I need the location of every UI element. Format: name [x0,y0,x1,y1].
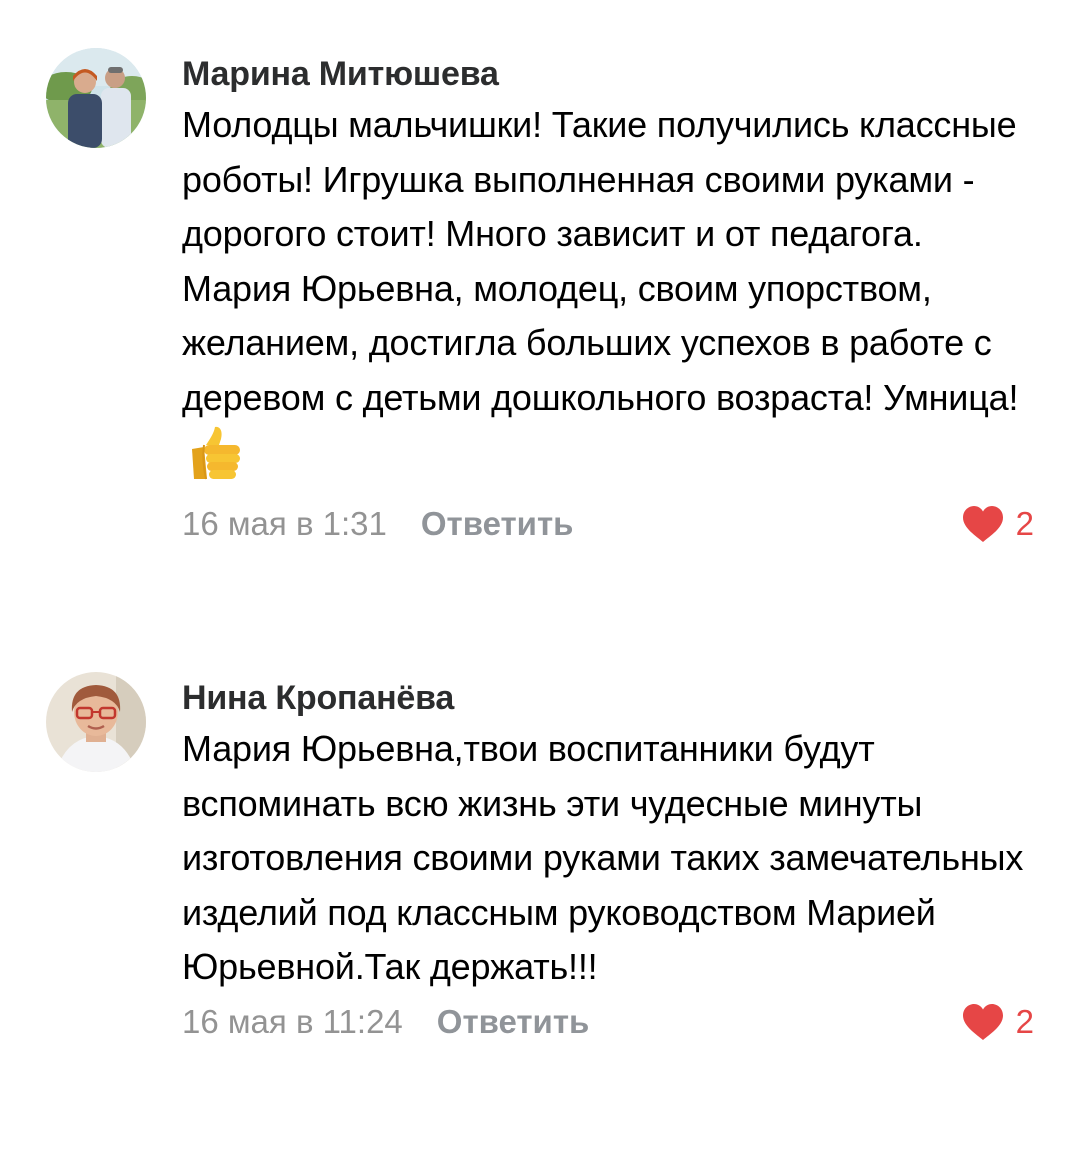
avatar[interactable] [46,48,146,148]
comment-text: Мария Юрьевна,твои воспитанники будут вс… [182,722,1040,995]
reply-button[interactable]: Ответить [437,999,590,1045]
comment-meta: 16 мая в 11:24 Ответить 2 [182,999,1040,1045]
heart-icon [962,505,1003,542]
like-count: 2 [1015,1002,1034,1040]
comment-meta: 16 мая в 1:31 Ответить 2 [182,501,1040,547]
comment-body: Марина Митюшева Молодцы мальчишки! Такие… [182,54,1040,547]
comment-body: Нина Кропанёва Мария Юрьевна,твои воспит… [182,678,1040,1045]
like-count: 2 [1015,504,1034,542]
comment-author[interactable]: Марина Митюшева [182,54,1040,94]
comment-text-content: Мария Юрьевна,твои воспитанники будут вс… [182,728,1024,987]
comment-author[interactable]: Нина Кропанёва [182,678,1040,718]
avatar[interactable] [46,672,146,772]
comment-date[interactable]: 16 мая в 1:31 [182,501,387,547]
thumbs-up-emoji [190,425,244,497]
reply-button[interactable]: Ответить [421,501,574,547]
heart-icon [962,1003,1003,1040]
like-button[interactable]: 2 [962,501,1034,547]
comment-date[interactable]: 16 мая в 11:24 [182,999,403,1045]
comment-text: Молодцы мальчишки! Такие получились клас… [182,98,1040,497]
comment-text-content: Молодцы мальчишки! Такие получились клас… [182,104,1019,418]
like-button[interactable]: 2 [962,999,1034,1045]
